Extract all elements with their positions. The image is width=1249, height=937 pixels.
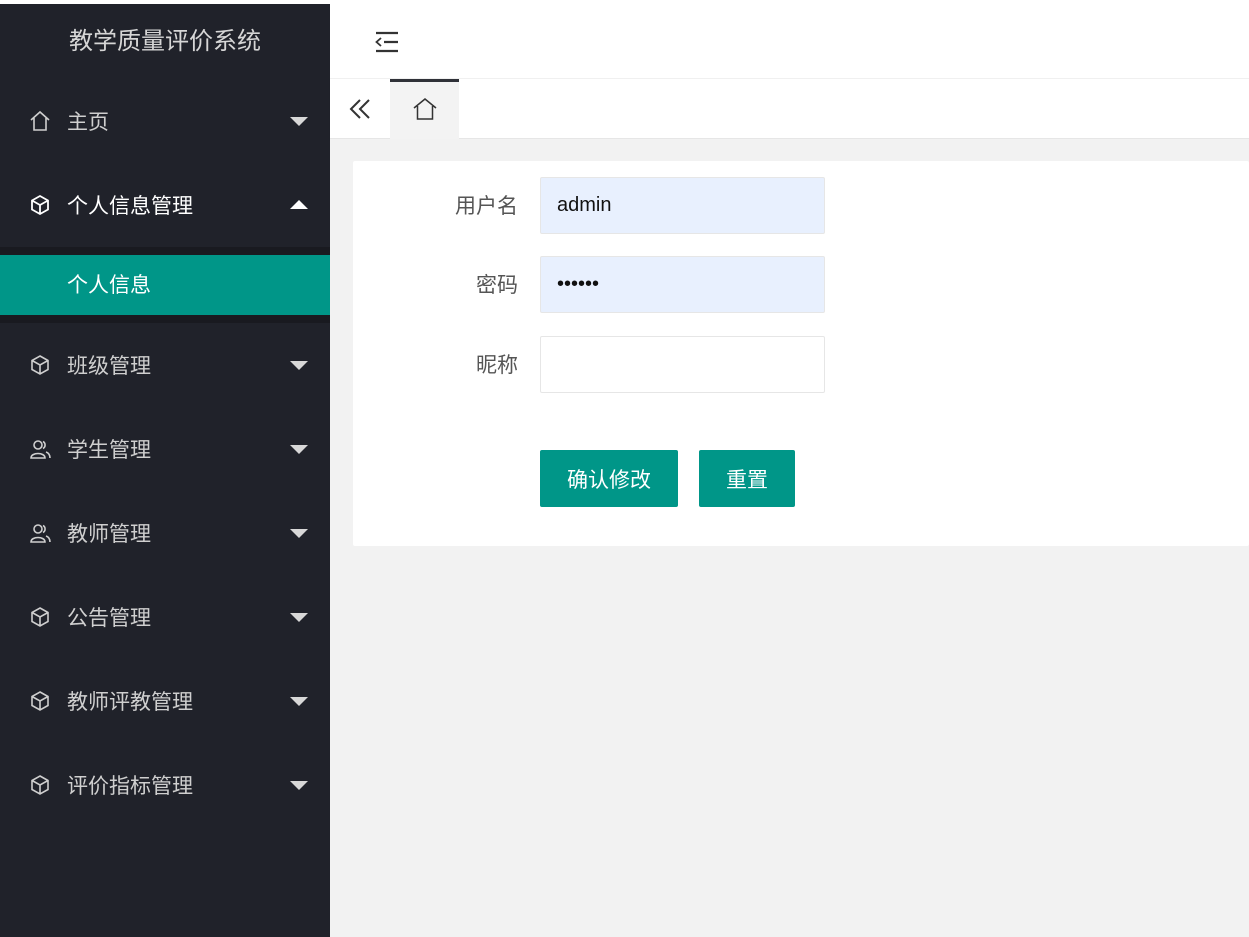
- caret-down-icon: [290, 697, 308, 706]
- cube-icon: [28, 193, 52, 217]
- app-frame: 教学质量评价系统 主页 个人信息管理 个人信息 班级管理 学生管理 教师管理 公…: [0, 4, 1249, 937]
- cube-icon: [28, 689, 52, 713]
- confirm-modify-button[interactable]: 确认修改: [540, 450, 678, 507]
- users-icon: [28, 437, 52, 461]
- form-row-nickname: 昵称: [353, 336, 953, 394]
- shrink-menu-icon[interactable]: [374, 30, 400, 54]
- nickname-label: 昵称: [476, 353, 518, 377]
- sidebar: 教学质量评价系统 主页 个人信息管理 个人信息 班级管理 学生管理 教师管理 公…: [0, 4, 330, 937]
- sidebar-item-teacher-management[interactable]: 教师管理: [0, 491, 330, 575]
- cube-icon: [28, 605, 52, 629]
- top-header: [330, 4, 1249, 79]
- sidebar-item-label: 教师管理: [67, 522, 151, 546]
- cube-icon: [28, 773, 52, 797]
- cube-icon: [28, 353, 52, 377]
- username-input[interactable]: [540, 177, 825, 234]
- sidebar-item-indicator-management[interactable]: 评价指标管理: [0, 743, 330, 827]
- home-icon: [28, 109, 52, 133]
- sidebar-item-notice-management[interactable]: 公告管理: [0, 575, 330, 659]
- password-input[interactable]: [540, 256, 825, 313]
- sidebar-item-label: 主页: [67, 110, 109, 134]
- sidebar-item-label: 教师评教管理: [67, 690, 193, 714]
- sidebar-item-label: 班级管理: [67, 354, 151, 378]
- tab-home[interactable]: [390, 79, 459, 139]
- caret-down-icon: [290, 781, 308, 790]
- caret-up-icon: [290, 200, 308, 209]
- caret-down-icon: [290, 613, 308, 622]
- reset-button[interactable]: 重置: [699, 450, 795, 507]
- caret-down-icon: [290, 117, 308, 126]
- username-label: 用户名: [455, 194, 518, 218]
- main-content: 用户名 密码 昵称 确认修改 重置: [330, 139, 1249, 937]
- sidebar-item-label: 公告管理: [67, 606, 151, 630]
- nickname-input[interactable]: [540, 336, 825, 393]
- caret-down-icon: [290, 445, 308, 454]
- tab-bar: [330, 79, 1249, 139]
- sidebar-item-home[interactable]: 主页: [0, 79, 330, 163]
- sidebar-item-label: 学生管理: [67, 438, 151, 462]
- sidebar-item-personal-info-management[interactable]: 个人信息管理: [0, 163, 330, 247]
- sidebar-item-class-management[interactable]: 班级管理: [0, 323, 330, 407]
- password-label: 密码: [476, 273, 518, 297]
- sidebar-submenu: 个人信息: [0, 247, 330, 323]
- sidebar-item-teacher-evaluation-management[interactable]: 教师评教管理: [0, 659, 330, 743]
- form-row-password: 密码: [353, 256, 953, 314]
- form-row-username: 用户名: [353, 177, 953, 235]
- app-title: 教学质量评价系统: [69, 27, 261, 55]
- sidebar-item-label: 个人信息管理: [67, 194, 193, 218]
- sidebar-item-student-management[interactable]: 学生管理: [0, 407, 330, 491]
- sidebar-subitem-personal-info[interactable]: 个人信息: [0, 255, 330, 315]
- personal-info-form: 用户名 密码 昵称 确认修改 重置: [353, 161, 1249, 546]
- users-icon: [28, 521, 52, 545]
- double-chevron-left-icon[interactable]: [330, 79, 390, 139]
- caret-down-icon: [290, 361, 308, 370]
- sidebar-item-label: 评价指标管理: [67, 774, 193, 798]
- caret-down-icon: [290, 529, 308, 538]
- home-icon: [412, 97, 438, 125]
